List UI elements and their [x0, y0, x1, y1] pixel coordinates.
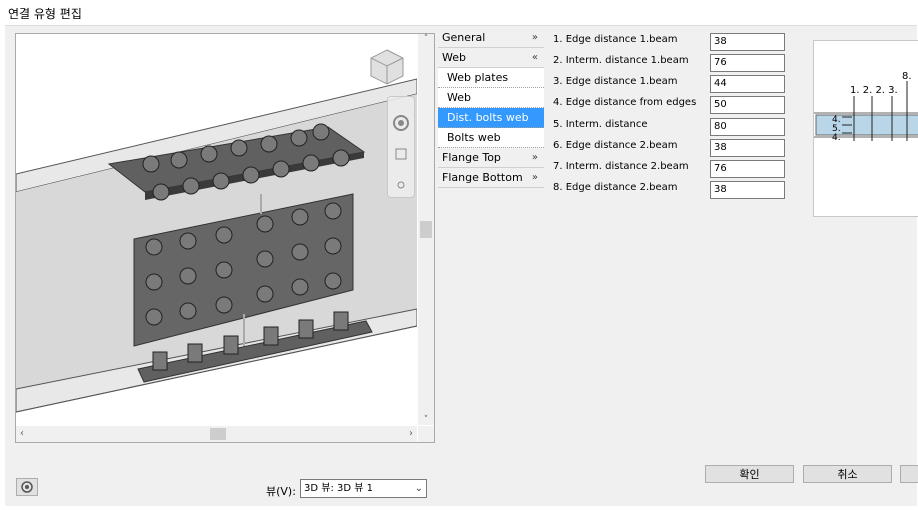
scroll-right-icon[interactable]: ›	[409, 426, 413, 442]
param-label: 5. Interm. distance	[553, 119, 648, 130]
param-input[interactable]: 38	[710, 181, 785, 199]
tree-item-label: Web	[442, 51, 466, 64]
bolt-layout-diagram: 1. 2. 2. 3. 8. 4. 5. 4.	[814, 71, 918, 143]
tree-item-label: Web plates	[447, 71, 509, 84]
param-row: 2. Interm. distance 1.beam 76	[553, 54, 793, 72]
diagram-top-labels: 1. 2. 2. 3.	[850, 85, 898, 96]
chevron-down-icon: ⌄	[414, 483, 423, 494]
vertical-scroll-thumb[interactable]	[420, 221, 432, 238]
param-label: 2. Interm. distance 1.beam	[553, 55, 689, 66]
double-chevron-down-icon: »	[531, 172, 538, 183]
tree-item-label: Flange Bottom	[442, 171, 523, 184]
ok-button[interactable]: 확인	[705, 465, 794, 483]
viewport-vertical-scrollbar[interactable]: ˄ ˅	[418, 34, 434, 425]
view-icon	[21, 481, 33, 493]
diagram-top-right-label: 8.	[902, 71, 912, 82]
horizontal-scroll-thumb[interactable]	[210, 428, 226, 440]
param-row: 3. Edge distance 1.beam 44	[553, 75, 793, 93]
navigation-bar[interactable]	[387, 96, 415, 198]
param-row: 6. Edge distance 2.beam 38	[553, 139, 793, 157]
tree-item-label: General	[442, 31, 486, 44]
param-input[interactable]: 50	[710, 96, 785, 114]
param-label: 7. Interm. distance 2.beam	[553, 161, 689, 172]
param-row: 5. Interm. distance 80	[553, 118, 793, 136]
cancel-button[interactable]: 취소	[803, 465, 892, 483]
param-label: 4. Edge distance from edges	[553, 97, 697, 108]
double-chevron-down-icon: »	[531, 152, 538, 163]
tree-item-label: Bolts web	[447, 131, 501, 144]
param-label: 3. Edge distance 1.beam	[553, 76, 678, 87]
tree-item-label: Flange Top	[442, 151, 501, 164]
3d-model-canvas[interactable]	[16, 34, 417, 425]
tree-item-dist-bolts-web[interactable]: Dist. bolts web	[438, 108, 544, 128]
scroll-left-icon[interactable]: ‹	[20, 426, 24, 442]
double-chevron-up-icon: «	[531, 52, 538, 63]
param-row: 4. Edge distance from edges 50	[553, 96, 793, 114]
tree-item-web[interactable]: Web «	[438, 48, 544, 68]
view-select-value: 3D 뷰: 3D 뷰 1	[304, 483, 373, 494]
tree-item-label: Dist. bolts web	[447, 111, 529, 124]
scroll-up-icon[interactable]: ˄	[418, 34, 434, 44]
window-title: 연결 유형 편집	[8, 7, 82, 21]
param-label: 6. Edge distance 2.beam	[553, 140, 678, 151]
3d-connection-model	[16, 78, 417, 413]
parameter-tree[interactable]: General » Web « Web plates Web reinforceme…	[438, 28, 544, 188]
scroll-corner	[418, 426, 434, 442]
tree-item-flange-bottom[interactable]: Flange Bottom »	[438, 168, 544, 188]
viewport-horizontal-scrollbar[interactable]: ‹ ›	[16, 426, 417, 442]
param-label: 8. Edge distance 2.beam	[553, 182, 678, 193]
extra-button[interactable]	[900, 465, 918, 483]
param-input[interactable]: 76	[710, 160, 785, 178]
diagram-side-label: 4.	[832, 133, 841, 143]
3d-viewport[interactable]: ˄ ˅ ‹ ›	[15, 33, 435, 443]
tree-item-bolts-web[interactable]: Bolts web	[438, 128, 544, 148]
param-input[interactable]: 38	[710, 33, 785, 51]
scroll-down-icon[interactable]: ˅	[418, 415, 434, 425]
double-chevron-down-icon: »	[531, 32, 538, 43]
param-row: 7. Interm. distance 2.beam 76	[553, 160, 793, 178]
param-row: 8. Edge distance 2.beam 38	[553, 181, 793, 199]
tree-item-flange-top[interactable]: Flange Top »	[438, 148, 544, 168]
param-input[interactable]: 44	[710, 75, 785, 93]
steering-wheel-icon[interactable]	[388, 97, 414, 197]
tree-item-web-reinforcement[interactable]: Web reinforcement	[438, 88, 544, 123]
param-label: 1. Edge distance 1.beam	[553, 34, 678, 45]
view-settings-button[interactable]	[16, 478, 38, 496]
param-input[interactable]: 76	[710, 54, 785, 72]
view-select[interactable]: 3D 뷰: 3D 뷰 1 ⌄	[300, 479, 427, 498]
tree-item-web-plates[interactable]: Web plates	[438, 68, 544, 88]
param-input[interactable]: 38	[710, 139, 785, 157]
param-row: 1. Edge distance 1.beam 38	[553, 33, 793, 51]
view-label: 뷰(V):	[266, 485, 296, 498]
tree-item-general[interactable]: General »	[438, 28, 544, 48]
view-cube-icon[interactable]	[368, 48, 406, 86]
bolt-distance-diagram: 1. 2. 2. 3. 8. 4. 5. 4.	[813, 40, 918, 217]
param-input[interactable]: 80	[710, 118, 785, 136]
